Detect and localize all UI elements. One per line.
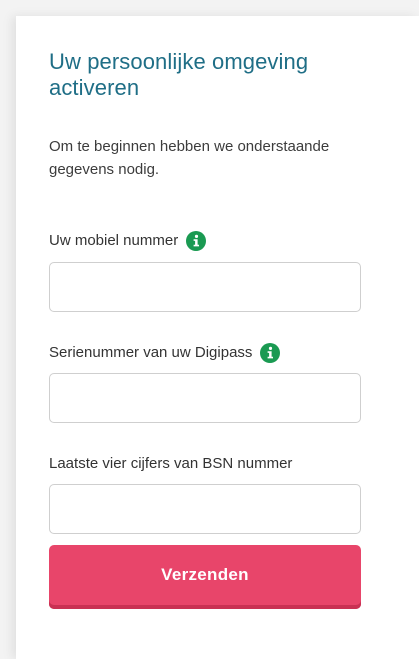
submit-button[interactable]: Verzenden	[49, 545, 361, 609]
bsn-digits-label-text: Laatste vier cijfers van BSN nummer	[49, 455, 293, 472]
bsn-digits-label: Laatste vier cijfers van BSN nummer	[49, 454, 292, 474]
info-icon[interactable]	[186, 231, 207, 251]
info-icon[interactable]	[260, 343, 281, 363]
mobile-number-input[interactable]	[49, 262, 361, 312]
digipass-serial-label-text: Serienummer van uw Digipass	[49, 344, 253, 361]
mobile-number-label: Uw mobiel nummer	[49, 231, 207, 251]
page-title: Uw persoonlijke omgeving activeren	[49, 49, 309, 100]
intro-text: Om te beginnen hebben we onderstaande ge…	[49, 138, 330, 178]
mobile-number-label-text: Uw mobiel nummer	[49, 232, 179, 249]
digipass-serial-label: Serienummer van uw Digipass	[49, 343, 281, 363]
bsn-digits-input[interactable]	[49, 484, 361, 534]
digipass-serial-input[interactable]	[49, 373, 361, 423]
